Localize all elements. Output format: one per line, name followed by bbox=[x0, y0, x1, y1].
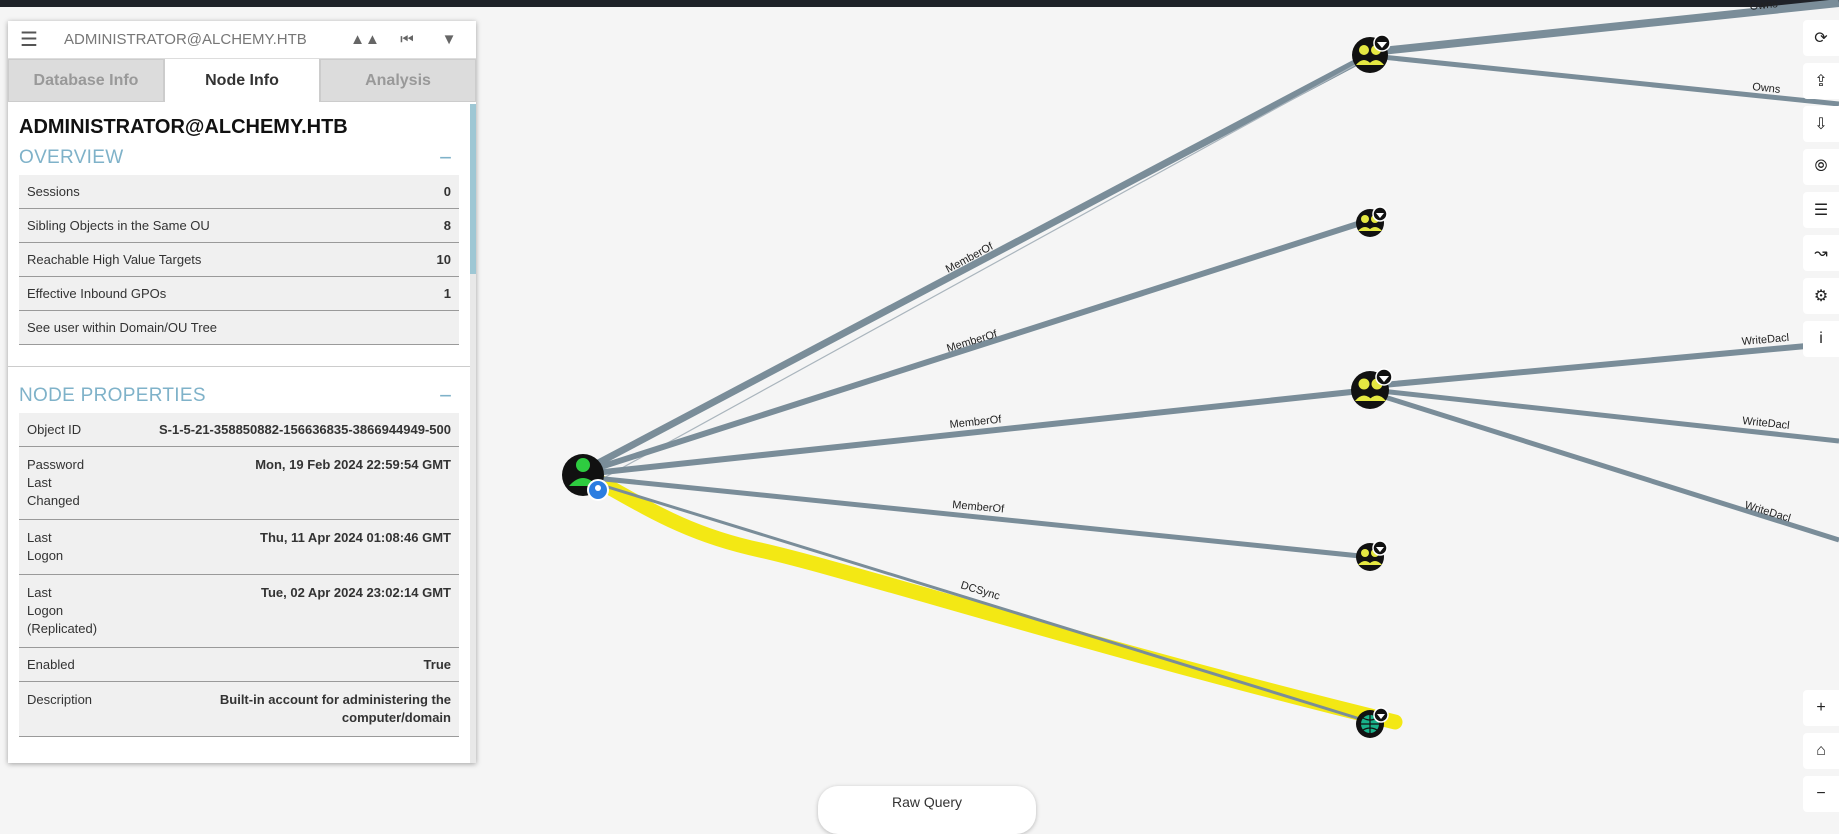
group-node-3[interactable] bbox=[1351, 368, 1393, 409]
row-key: Enabled bbox=[27, 657, 75, 672]
row-key: Password Last Changed bbox=[27, 457, 85, 508]
node-title: ADMINISTRATOR@ALCHEMY.HTB bbox=[19, 116, 348, 138]
row-value: 10 bbox=[436, 252, 451, 267]
row-value: Built-in account for administering the c… bbox=[219, 692, 451, 725]
location-pin-icon bbox=[587, 479, 609, 501]
search-input[interactable] bbox=[50, 24, 344, 55]
node-properties-heading: NODE PROPERTIES bbox=[19, 385, 206, 406]
property-row-last-logon: Last Logon Thu, 11 Apr 2024 01:08:46 GMT bbox=[19, 520, 459, 575]
node-properties-header[interactable]: NODE PROPERTIES − bbox=[8, 381, 470, 413]
row-key: See user within Domain/OU Tree bbox=[27, 320, 218, 335]
overview-heading: OVERVIEW bbox=[19, 147, 124, 168]
raw-query-button[interactable]: Raw Query bbox=[818, 786, 1036, 834]
property-row-object-id: Object ID S-1-5-21-358850882-156636835-3… bbox=[19, 413, 459, 447]
overview-row-sessions[interactable]: Sessions 0 bbox=[19, 175, 459, 209]
section-divider bbox=[8, 366, 470, 367]
overview-row-ou-tree[interactable]: See user within Domain/OU Tree bbox=[19, 311, 459, 345]
row-key: Sessions bbox=[27, 184, 80, 199]
group-node-2[interactable] bbox=[1356, 206, 1388, 237]
row-key: Last Logon bbox=[27, 530, 64, 563]
search-row: ☰ ▲▲ ⏮ ▼ bbox=[8, 21, 476, 59]
row-value: 8 bbox=[443, 218, 451, 233]
info-icon[interactable]: i bbox=[1803, 321, 1839, 357]
overview-row-high-value-targets[interactable]: Reachable High Value Targets 10 bbox=[19, 243, 459, 277]
property-row-password-last-changed: Password Last Changed Mon, 19 Feb 2024 2… bbox=[19, 447, 459, 520]
row-key: Description bbox=[27, 692, 93, 707]
row-value: 0 bbox=[443, 184, 451, 199]
filter-icon[interactable]: ▼ bbox=[428, 21, 470, 58]
row-value: True bbox=[423, 657, 451, 672]
node-info-content: ADMINISTRATOR@ALCHEMY.HTB OVERVIEW − Ses… bbox=[8, 104, 470, 763]
pathfinding-icon[interactable]: ▲▲ bbox=[344, 21, 386, 58]
row-key: Effective Inbound GPOs bbox=[27, 286, 167, 301]
edge-owns-2[interactable] bbox=[1371, 53, 1839, 107]
property-row-enabled: Enabled True bbox=[19, 648, 459, 682]
overview-row-sibling-objects[interactable]: Sibling Objects in the Same OU 8 bbox=[19, 209, 459, 243]
edge-memberof-1[interactable] bbox=[583, 51, 1372, 474]
tab-bar: Database Info Node Info Analysis bbox=[8, 59, 476, 102]
collapse-icon[interactable]: − bbox=[439, 385, 452, 407]
zoom-in-icon[interactable]: + bbox=[1803, 690, 1839, 726]
chart-icon[interactable]: ↝ bbox=[1803, 235, 1839, 271]
property-row-last-logon-replicated: Last Logon (Replicated) Tue, 02 Apr 2024… bbox=[19, 575, 459, 648]
property-row-description: Description Built-in account for adminis… bbox=[19, 682, 459, 737]
hamburger-icon[interactable]: ☰ bbox=[8, 21, 50, 58]
row-key: Last Logon (Replicated) bbox=[27, 585, 98, 636]
zoom-out-icon[interactable]: − bbox=[1803, 776, 1839, 812]
row-value: Mon, 19 Feb 2024 22:59:54 GMT bbox=[255, 457, 451, 472]
overview-rows: Sessions 0 Sibling Objects in the Same O… bbox=[19, 175, 459, 345]
overview-row-inbound-gpos[interactable]: Effective Inbound GPOs 1 bbox=[19, 277, 459, 311]
row-value: 1 bbox=[443, 286, 451, 301]
row-key: Object ID bbox=[27, 422, 82, 437]
overview-header[interactable]: OVERVIEW − bbox=[8, 143, 470, 175]
settings-icon[interactable]: ⚙ bbox=[1803, 278, 1839, 314]
scrollbar-thumb[interactable] bbox=[470, 104, 476, 274]
tab-node-info[interactable]: Node Info bbox=[164, 59, 320, 102]
property-rows: Object ID S-1-5-21-358850882-156636835-3… bbox=[19, 413, 459, 737]
right-toolbar: ⟳ ⇪ ⇩ ⦾ ☰ ↝ ⚙ i bbox=[1803, 20, 1839, 364]
group-node-4[interactable] bbox=[1356, 540, 1388, 571]
query-list-icon[interactable]: ☰ bbox=[1803, 192, 1839, 228]
info-panel: ☰ ▲▲ ⏮ ▼ Database Info Node Info Analysi… bbox=[8, 21, 476, 763]
group-node-1[interactable] bbox=[1352, 34, 1391, 73]
row-value: Tue, 02 Apr 2024 23:02:14 GMT bbox=[260, 585, 451, 600]
tab-database-info[interactable]: Database Info bbox=[8, 59, 164, 102]
home-icon[interactable]: ⌂ bbox=[1803, 733, 1839, 769]
upload-icon[interactable]: ⇪ bbox=[1803, 63, 1839, 99]
panel-scrollbar[interactable] bbox=[470, 104, 476, 763]
row-key: Reachable High Value Targets bbox=[27, 252, 202, 267]
import-icon[interactable]: ⦾ bbox=[1803, 149, 1839, 185]
back-icon[interactable]: ⏮ bbox=[386, 21, 428, 58]
row-key: Sibling Objects in the Same OU bbox=[27, 218, 210, 233]
edge-label-writedacl-3: WriteDacl bbox=[1743, 499, 1792, 524]
download-icon[interactable]: ⇩ bbox=[1803, 106, 1839, 142]
edge-writedacl-1[interactable] bbox=[1371, 340, 1839, 389]
tab-analysis[interactable]: Analysis bbox=[320, 59, 476, 102]
collapse-icon[interactable]: − bbox=[439, 147, 452, 169]
row-value: S-1-5-21-358850882-156636835-3866944949-… bbox=[158, 422, 451, 437]
edge-label-memberof-2: MemberOf bbox=[945, 328, 999, 355]
row-value: Thu, 11 Apr 2024 01:08:46 GMT bbox=[260, 530, 451, 545]
refresh-icon[interactable]: ⟳ bbox=[1803, 20, 1839, 56]
